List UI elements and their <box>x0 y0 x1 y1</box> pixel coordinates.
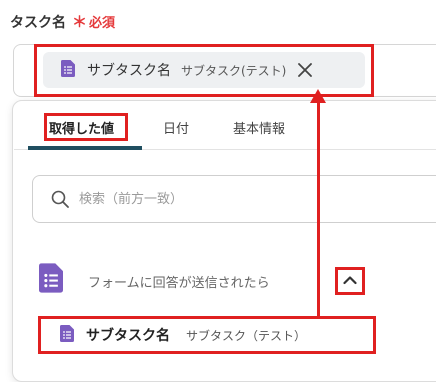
annotation-arrow-line <box>317 103 320 318</box>
required-text: 必須 <box>89 16 116 31</box>
tab-basic-info[interactable]: 基本情報 <box>233 118 285 137</box>
search-box[interactable] <box>32 175 436 223</box>
field-label: タスク名 ＊ 必須 <box>10 11 115 32</box>
highlight-box-collapse <box>335 267 365 295</box>
search-input[interactable] <box>77 190 381 208</box>
highlight-box-tab <box>44 113 128 141</box>
highlight-box-result <box>38 316 376 354</box>
document-icon <box>39 263 63 297</box>
required-star: ＊ <box>72 13 88 31</box>
tab-date[interactable]: 日付 <box>163 118 189 137</box>
search-icon <box>51 190 69 208</box>
section-header[interactable] <box>39 263 63 297</box>
field-label-text: タスク名 <box>10 14 66 31</box>
active-tab-indicator <box>28 146 142 150</box>
annotation-arrow-head <box>310 89 326 103</box>
section-label: フォームに回答が送信されたら <box>88 276 270 291</box>
